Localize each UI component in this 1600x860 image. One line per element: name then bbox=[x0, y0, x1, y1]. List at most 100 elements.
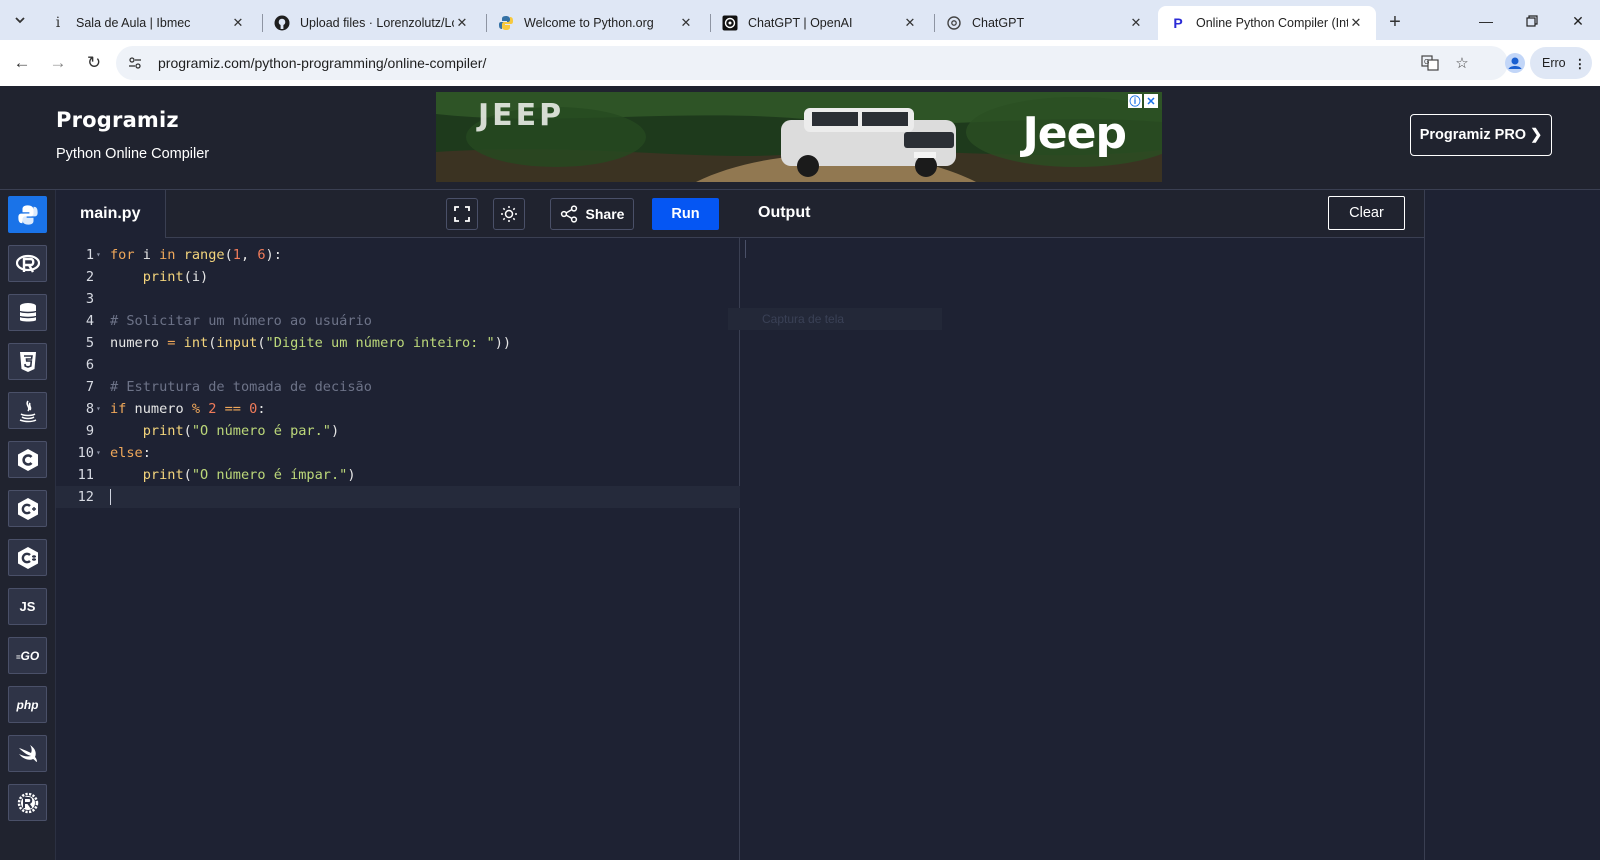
theme-toggle-button[interactable] bbox=[493, 198, 525, 230]
browser-tab-python-org[interactable]: Welcome to Python.org ✕ bbox=[486, 6, 706, 40]
output-header: Output Clear bbox=[740, 190, 1425, 238]
share-button[interactable]: Share bbox=[550, 198, 634, 230]
code-line[interactable]: 8 ▾ if numero % 2 == 0: bbox=[56, 398, 740, 420]
code-line[interactable]: 9 print("O número é par.") bbox=[56, 420, 740, 442]
clear-button[interactable]: Clear bbox=[1328, 196, 1405, 230]
php-language-button[interactable]: php bbox=[8, 686, 47, 723]
url-text[interactable]: programiz.com/python-programming/online-… bbox=[158, 55, 486, 71]
tab-title: Upload files · Lorenzolutz/Lo bbox=[300, 16, 454, 30]
code-line[interactable]: 3 bbox=[56, 288, 740, 310]
r-language-button[interactable] bbox=[8, 245, 47, 282]
forward-arrow-icon[interactable]: → bbox=[47, 52, 69, 74]
csharp-icon bbox=[17, 546, 38, 569]
ad-info-icon[interactable]: ⓘ bbox=[1128, 94, 1142, 108]
chevron-down-icon bbox=[15, 17, 25, 24]
programiz-logo[interactable]: Programiz bbox=[56, 108, 179, 132]
code-text: numero = int(input("Digite um número int… bbox=[110, 335, 512, 351]
line-number: 7 bbox=[85, 379, 94, 395]
r-icon bbox=[15, 254, 40, 273]
c-language-button[interactable] bbox=[8, 441, 47, 478]
php-icon: php bbox=[16, 697, 39, 712]
ad-close-icon[interactable]: ✕ bbox=[1144, 94, 1158, 108]
code-editor[interactable]: 1 ▾ for i in range(1, 6): 2 print(i) 3 4… bbox=[56, 238, 740, 860]
line-number: 11 bbox=[77, 467, 94, 483]
profile-avatar-icon[interactable] bbox=[1497, 46, 1533, 80]
swift-language-button[interactable] bbox=[8, 735, 47, 772]
tab-title: ChatGPT bbox=[972, 16, 1025, 30]
more-vertical-icon[interactable]: ⋮ bbox=[1574, 56, 1587, 71]
ad-choices[interactable]: ⓘ ✕ bbox=[1128, 94, 1158, 108]
minimize-icon[interactable]: — bbox=[1474, 10, 1498, 32]
rust-language-button[interactable] bbox=[8, 784, 47, 821]
close-icon[interactable]: ✕ bbox=[454, 15, 470, 31]
close-icon[interactable]: ✕ bbox=[1128, 15, 1144, 31]
close-icon[interactable]: ✕ bbox=[902, 15, 918, 31]
line-number: 2 bbox=[85, 269, 94, 285]
restore-icon[interactable] bbox=[1520, 10, 1544, 32]
tab-title: Welcome to Python.org bbox=[524, 16, 654, 30]
close-icon[interactable]: ✕ bbox=[678, 15, 694, 31]
file-tab[interactable]: main.py bbox=[56, 190, 166, 238]
code-line[interactable]: 1 ▾ for i in range(1, 6): bbox=[56, 244, 740, 266]
code-line[interactable]: 5 numero = int(input("Digite um número i… bbox=[56, 332, 740, 354]
python-icon bbox=[17, 204, 38, 225]
svg-text:G: G bbox=[1424, 59, 1429, 66]
python-language-button[interactable] bbox=[8, 196, 47, 233]
sql-language-button[interactable] bbox=[8, 294, 47, 331]
tab-title: Sala de Aula | Ibmec bbox=[76, 16, 191, 30]
site-header: Programiz Python Online Compiler JEEP Je… bbox=[0, 86, 1600, 190]
browser-tab-programiz[interactable]: P Online Python Compiler (Inte ✕ bbox=[1158, 6, 1376, 40]
fold-arrow-icon[interactable]: ▾ bbox=[96, 398, 101, 420]
code-line[interactable]: 11 print("O número é ímpar.") bbox=[56, 464, 740, 486]
back-arrow-icon[interactable]: ← bbox=[11, 52, 33, 74]
js-icon: JS bbox=[19, 599, 36, 614]
address-bar[interactable]: programiz.com/python-programming/online-… bbox=[116, 46, 1508, 80]
editor-header: main.py Share Run bbox=[56, 190, 740, 238]
code-line[interactable]: 10 ▾ else: bbox=[56, 442, 740, 464]
code-line[interactable]: 4 # Solicitar um número ao usuário bbox=[56, 310, 740, 332]
profile-error-menu[interactable]: Erro ⋮ bbox=[1530, 47, 1592, 79]
cpp-language-button[interactable] bbox=[8, 490, 47, 527]
code-text: for i in range(1, 6): bbox=[110, 247, 282, 263]
code-line-current[interactable]: 12 bbox=[56, 486, 740, 508]
java-language-button[interactable] bbox=[8, 392, 47, 429]
go-language-button[interactable]: =GO bbox=[8, 637, 47, 674]
ad-headline: JEEP bbox=[478, 98, 565, 133]
fold-arrow-icon[interactable]: ▾ bbox=[96, 442, 101, 464]
run-button[interactable]: Run bbox=[652, 198, 719, 230]
fullscreen-button[interactable] bbox=[446, 198, 478, 230]
fullscreen-icon bbox=[454, 206, 470, 222]
output-console[interactable]: Captura de tela bbox=[728, 238, 1425, 860]
browser-tab-chatgpt-openai[interactable]: ChatGPT | OpenAI ✕ bbox=[710, 6, 930, 40]
code-text: print("O número é ímpar.") bbox=[142, 467, 356, 483]
code-line[interactable]: 7 # Estrutura de tomada de decisão bbox=[56, 376, 740, 398]
programiz-pro-button[interactable]: Programiz PRO ❯ bbox=[1410, 114, 1552, 156]
c-icon bbox=[17, 448, 38, 471]
rust-icon bbox=[17, 792, 38, 813]
code-line[interactable]: 6 bbox=[56, 354, 740, 376]
cpp-icon bbox=[17, 497, 38, 520]
fold-arrow-icon[interactable]: ▾ bbox=[96, 244, 101, 266]
reload-icon[interactable]: ↻ bbox=[83, 52, 105, 74]
line-number: 8 bbox=[85, 401, 94, 417]
browser-tab-github[interactable]: Upload files · Lorenzolutz/Lo ✕ bbox=[262, 6, 482, 40]
window-close-icon[interactable]: ✕ bbox=[1566, 10, 1590, 32]
csharp-language-button[interactable] bbox=[8, 539, 47, 576]
translate-icon[interactable]: G bbox=[1420, 54, 1440, 72]
html-language-button[interactable] bbox=[8, 343, 47, 380]
bookmark-star-icon[interactable]: ☆ bbox=[1452, 54, 1472, 72]
chatgpt-icon bbox=[946, 15, 962, 31]
line-number: 6 bbox=[85, 357, 94, 373]
tab-search-button[interactable] bbox=[8, 8, 32, 32]
site-info-icon[interactable] bbox=[126, 54, 144, 72]
close-icon[interactable]: ✕ bbox=[230, 15, 246, 31]
close-icon[interactable]: ✕ bbox=[1348, 15, 1364, 31]
javascript-language-button[interactable]: JS bbox=[8, 588, 47, 625]
java-icon bbox=[19, 400, 36, 422]
browser-tab-ibmec[interactable]: i Sala de Aula | Ibmec ✕ bbox=[38, 6, 258, 40]
code-line[interactable]: 2 print(i) bbox=[56, 266, 740, 288]
code-text: if numero % 2 == 0: bbox=[110, 401, 266, 417]
new-tab-button[interactable]: + bbox=[1383, 10, 1407, 34]
advertisement-banner[interactable]: JEEP Jeep ⓘ ✕ bbox=[436, 92, 1162, 182]
browser-tab-chatgpt[interactable]: ChatGPT ✕ bbox=[934, 6, 1156, 40]
